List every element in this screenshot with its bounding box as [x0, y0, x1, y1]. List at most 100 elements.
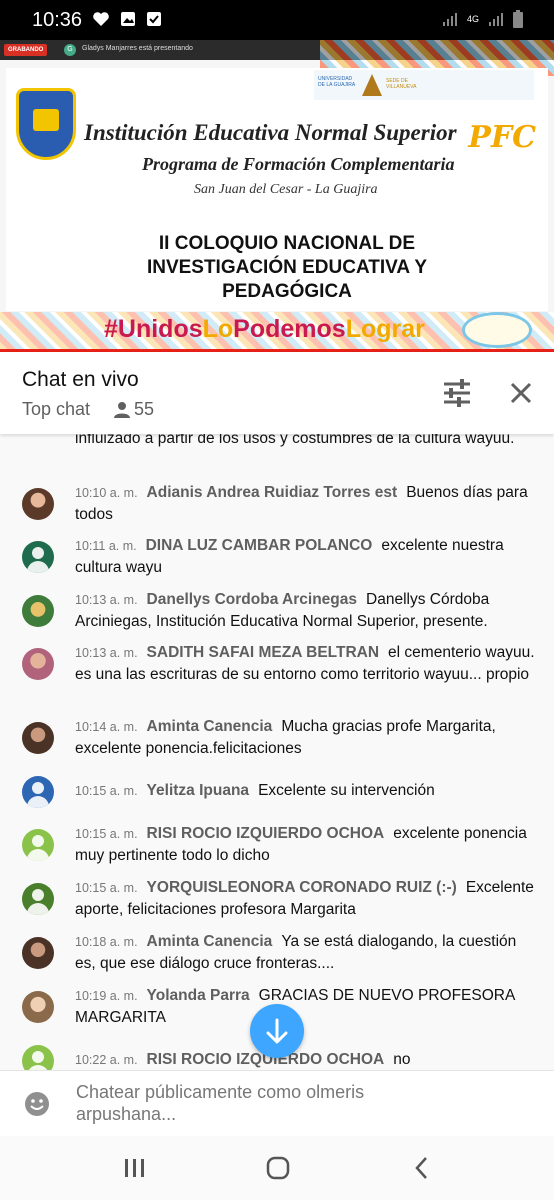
avatar[interactable]: [22, 722, 54, 754]
avatar[interactable]: [22, 488, 54, 520]
message-timestamp: 10:14 a. m.: [75, 720, 138, 734]
slide-location: San Juan del Cesar - La Guajira: [194, 182, 378, 197]
message-author[interactable]: YORQUISLEONORA CORONADO RUIZ (:-): [147, 879, 457, 896]
chat-input[interactable]: Chatear públicamente como olmeris arpush…: [76, 1081, 376, 1125]
message-timestamp: 10:22 a. m.: [75, 1053, 138, 1067]
battery-icon: [513, 10, 523, 28]
message-body: 10:11 a. m. DINA LUZ CAMBAR POLANCO excele…: [75, 535, 535, 579]
campaign-round-logo: [462, 312, 532, 348]
slide-program: Programa de Formación Complementaria: [142, 154, 455, 174]
university-text: UNIVERSIDAD DE LA GUAJIRA: [318, 76, 356, 88]
headline-line-2: INVESTIGACIÓN EDUCATIVA Y: [146, 257, 428, 278]
hashtag-banner: #UnidosLoPodemosLograr: [0, 312, 554, 350]
university-logo: UNIVERSIDAD DE LA GUAJIRA SEDE DE VILLAN…: [314, 70, 534, 100]
chat-input-bar: Chatear públicamente como olmeris arpush…: [0, 1070, 554, 1136]
school-crest-logo: [16, 88, 76, 160]
avatar[interactable]: [22, 648, 54, 680]
slide-headline: II COLOQUIO NACIONAL DE INVESTIGACIÓN ED…: [6, 232, 548, 304]
presenter-text: Gladys Manjarres está presentando: [82, 45, 193, 52]
message-author[interactable]: Aminta Canencia: [147, 718, 273, 735]
hashtag-text: #UnidosLoPodemosLograr: [104, 315, 425, 344]
pfc-logo: PFC: [468, 120, 536, 155]
viewer-count: 55: [134, 399, 155, 419]
presenter-avatar: G: [64, 44, 76, 56]
wifi-signal-icon: [443, 13, 457, 26]
arrow-down-icon: [266, 1018, 288, 1044]
message-text: Mucha gracias profe Margarita, excelente…: [75, 718, 496, 757]
hashtag-part-3: Podemos: [233, 315, 346, 343]
message-timestamp: 10:15 a. m.: [75, 827, 138, 841]
avatar[interactable]: [22, 829, 54, 861]
hashtag-part-1: #Unidos: [104, 315, 203, 343]
avatar[interactable]: [22, 595, 54, 627]
message-timestamp: 10:15 a. m.: [75, 784, 138, 798]
message-timestamp: 10:11 a. m.: [75, 539, 137, 553]
message-author[interactable]: Yelitza Ipuana: [147, 782, 250, 799]
message-author[interactable]: RISI ROCIO IZQUIERDO OCHOA: [147, 825, 385, 842]
notification-icons: [92, 11, 162, 27]
avatar[interactable]: [22, 991, 54, 1023]
slide-institution: Institución Educativa Normal Superior: [84, 120, 457, 145]
avatar[interactable]: [22, 883, 54, 915]
avatar[interactable]: [22, 541, 54, 573]
network-label: 4G: [466, 13, 479, 24]
home-icon[interactable]: [263, 1154, 293, 1182]
message-text: no: [393, 1051, 411, 1068]
headline-line-3: PEDAGÓGICA: [222, 281, 352, 302]
status-right: 4G: [442, 10, 524, 28]
message-body: 10:13 a. m. Danellys Cordoba Arcinegas Dan…: [75, 589, 535, 633]
status-time: 10:36: [32, 9, 83, 31]
image-icon: [121, 12, 135, 26]
avatar[interactable]: [22, 937, 54, 969]
avatar[interactable]: [22, 1045, 54, 1070]
headline-line-1: II COLOQUIO NACIONAL DE: [158, 233, 416, 254]
chat-mode-selector[interactable]: Top chat: [22, 399, 90, 420]
message-text: influizado a partir de los usos y costum…: [75, 434, 515, 447]
cell-signal-icon: [489, 13, 503, 26]
message-body: 10:15 a. m. YORQUISLEONORA CORONADO RUIZ …: [75, 877, 535, 921]
check-box-icon: [147, 12, 161, 26]
message-timestamp: 10:10 a. m.: [75, 486, 138, 500]
message-body: 10:19 a. m. Yolanda Parra GRACIAS DE NUEVO…: [75, 985, 535, 1029]
message-body: 10:14 a. m. Aminta Canencia Mucha gracias …: [75, 716, 535, 760]
message-timestamp: 10:13 a. m.: [75, 593, 138, 607]
tune-icon[interactable]: [440, 378, 474, 408]
status-bar: 10:36 4G: [0, 0, 554, 40]
message-author[interactable]: SADITH SAFAI MEZA BELTRAN: [147, 644, 380, 661]
chat-title: Chat en vivo: [22, 368, 139, 391]
hashtag-part-2: Lo: [202, 315, 234, 343]
message-body: influizado a partir de los usos y costum…: [75, 434, 535, 450]
heart-icon: [93, 12, 109, 26]
presentation-slide: UNIVERSIDAD DE LA GUAJIRA SEDE DE VILLAN…: [6, 68, 548, 311]
emoji-icon[interactable]: [24, 1091, 50, 1117]
close-icon[interactable]: [508, 380, 534, 406]
message-timestamp: 10:13 a. m.: [75, 646, 138, 660]
message-timestamp: 10:18 a. m.: [75, 935, 138, 949]
message-body: 10:22 a. m. RISI ROCIO IZQUIERDO OCHOA no: [75, 1049, 535, 1070]
back-icon[interactable]: [408, 1154, 438, 1182]
recording-badge: GRABANDO: [4, 44, 48, 56]
message-body: 10:18 a. m. Aminta Canencia Ya se está dia…: [75, 931, 535, 975]
message-author[interactable]: Danellys Cordoba Arcinegas: [147, 591, 357, 608]
message-body: 10:10 a. m. Adianis Andrea Ruidiaz Torres…: [75, 482, 535, 526]
avatar[interactable]: [22, 776, 54, 808]
message-body: 10:13 a. m. SADITH SAFAI MEZA BELTRAN el c…: [75, 642, 535, 686]
scroll-to-bottom-button[interactable]: [250, 1004, 304, 1058]
chat-header: Chat en vivo Top chat 55: [0, 352, 554, 434]
message-timestamp: 10:19 a. m.: [75, 989, 138, 1003]
university-mark-icon: [362, 74, 382, 96]
person-icon: [114, 402, 130, 418]
chat-message-list[interactable]: influizado a partir de los usos y costum…: [0, 434, 554, 1070]
message-body: 10:15 a. m. Yelitza Ipuana Excelente su in…: [75, 780, 535, 802]
university-text-2: SEDE DE VILLANUEVA: [386, 78, 417, 90]
recents-icon[interactable]: [120, 1154, 150, 1182]
message-timestamp: 10:15 a. m.: [75, 881, 138, 895]
message-author[interactable]: Adianis Andrea Ruidiaz Torres est: [147, 484, 398, 501]
message-author[interactable]: Yolanda Parra: [147, 987, 250, 1004]
video-player[interactable]: GRABANDO G Gladys Manjarres está present…: [0, 40, 554, 350]
message-author[interactable]: Aminta Canencia: [147, 933, 273, 950]
message-text: Excelente su intervención: [258, 782, 435, 799]
system-nav-bar: [0, 1136, 554, 1200]
message-body: 10:15 a. m. RISI ROCIO IZQUIERDO OCHOA exc…: [75, 823, 535, 867]
message-author[interactable]: DINA LUZ CAMBAR POLANCO: [146, 537, 373, 554]
